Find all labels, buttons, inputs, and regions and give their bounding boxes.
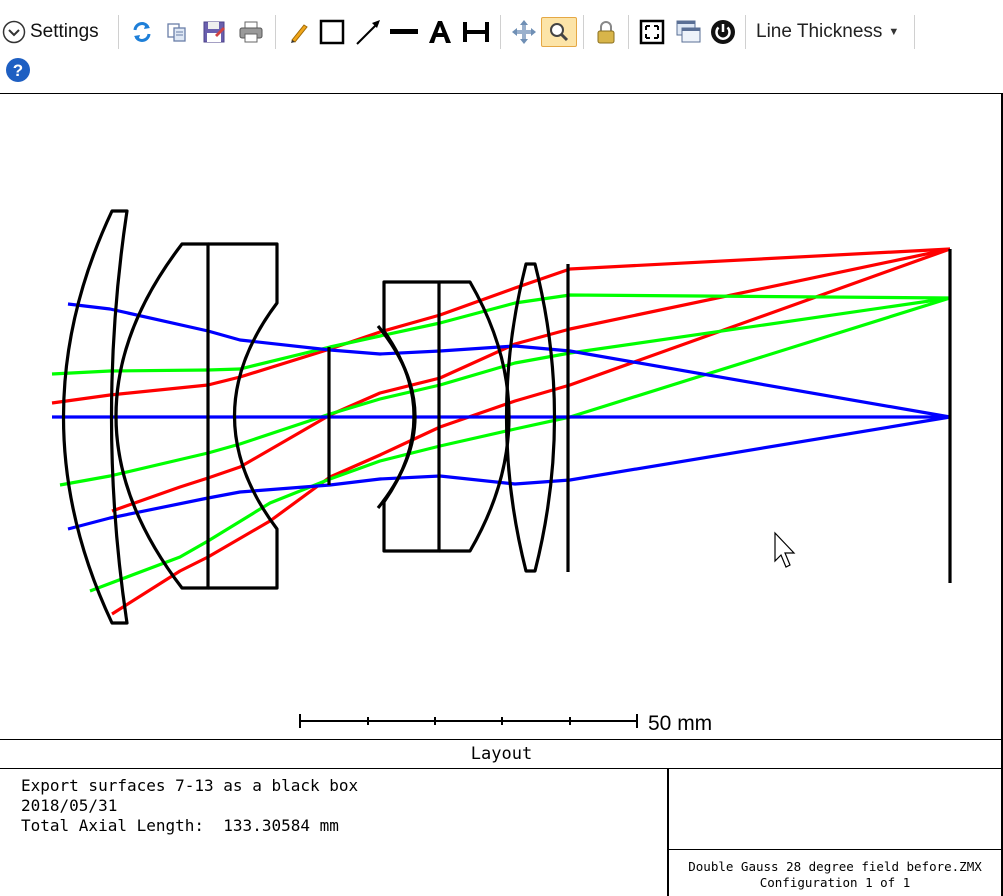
rectangle-button[interactable] — [314, 17, 350, 47]
info-box: Export surfaces 7-13 as a black box 2018/… — [21, 776, 661, 836]
settings-label: Settings — [30, 21, 99, 42]
help-button[interactable]: ? — [4, 55, 32, 85]
help-icon: ? — [5, 57, 31, 83]
toolbar: Settings Line Thickness ▼ ? — [0, 0, 1003, 92]
pan-button[interactable] — [507, 17, 541, 47]
toolbar-separator — [275, 15, 276, 49]
toolbar-row-2: ? — [4, 54, 32, 86]
lock-button[interactable] — [590, 17, 622, 47]
arrow-icon — [354, 18, 382, 46]
toolbar-separator — [500, 15, 501, 49]
toolbar-separator — [914, 15, 915, 49]
file-info-box: Double Gauss 28 degree field before.ZMX … — [669, 851, 1001, 896]
scale-bar-label: 50 mm — [648, 712, 712, 735]
scale-bar: 50 mm — [299, 712, 712, 735]
settings-button[interactable]: Settings — [2, 17, 112, 47]
rectangle-icon — [318, 18, 346, 46]
save-icon — [201, 19, 227, 45]
layout-plot: 50 mm — [0, 93, 1003, 739]
toolbar-separator — [628, 15, 629, 49]
text-icon — [427, 18, 453, 46]
text-button[interactable] — [422, 17, 458, 47]
file-name: Double Gauss 28 degree field before.ZMX — [688, 859, 982, 874]
dimension-button[interactable] — [458, 17, 494, 47]
pan-icon — [511, 19, 537, 45]
configuration-label: Configuration 1 of 1 — [759, 875, 911, 890]
line-button[interactable] — [386, 17, 422, 47]
pencil-button[interactable] — [282, 17, 314, 47]
svg-text:?: ? — [13, 61, 23, 80]
new-window-button[interactable] — [669, 17, 707, 47]
info-right-empty — [669, 769, 1001, 850]
power-icon — [710, 19, 736, 45]
line-icon — [389, 18, 419, 46]
line-thickness-dropdown[interactable]: Line Thickness ▼ — [752, 17, 908, 47]
power-button[interactable] — [707, 17, 739, 47]
layout-svg: 50 mm — [51, 209, 952, 735]
print-button[interactable] — [233, 17, 269, 47]
dimension-icon — [461, 18, 491, 46]
toolbar-separator — [118, 15, 119, 49]
ray-bundle-field-1 — [52, 302, 951, 531]
line-thickness-label: Line Thickness — [756, 21, 883, 42]
info-line-2: 2018/05/31 — [21, 796, 118, 815]
fit-window-icon — [639, 19, 665, 45]
lock-icon — [595, 19, 617, 45]
save-button[interactable] — [195, 17, 233, 47]
collapse-icon — [2, 20, 26, 44]
chevron-down-icon: ▼ — [888, 26, 900, 38]
copy-button[interactable] — [159, 17, 195, 47]
pencil-icon — [287, 21, 309, 43]
info-line-1: Export surfaces 7-13 as a black box — [21, 776, 359, 795]
toolbar-row-1: Settings Line Thickness ▼ — [2, 15, 921, 49]
zoom-icon — [547, 20, 571, 44]
new-window-icon — [674, 19, 702, 45]
info-line-3: Total Axial Length: 133.30584 mm — [21, 816, 339, 835]
print-icon — [238, 20, 264, 44]
ray — [111, 247, 951, 616]
refresh-button[interactable] — [125, 17, 159, 47]
plot-title: Layout — [0, 739, 1003, 769]
arrow-button[interactable] — [350, 17, 386, 47]
zoom-button[interactable] — [541, 17, 577, 47]
toolbar-separator — [745, 15, 746, 49]
mouse-cursor-icon — [774, 531, 796, 568]
ray-bundle-field-2 — [51, 293, 951, 593]
fit-window-button[interactable] — [635, 17, 669, 47]
copy-icon — [165, 20, 189, 44]
toolbar-separator — [583, 15, 584, 49]
refresh-icon — [131, 21, 153, 43]
